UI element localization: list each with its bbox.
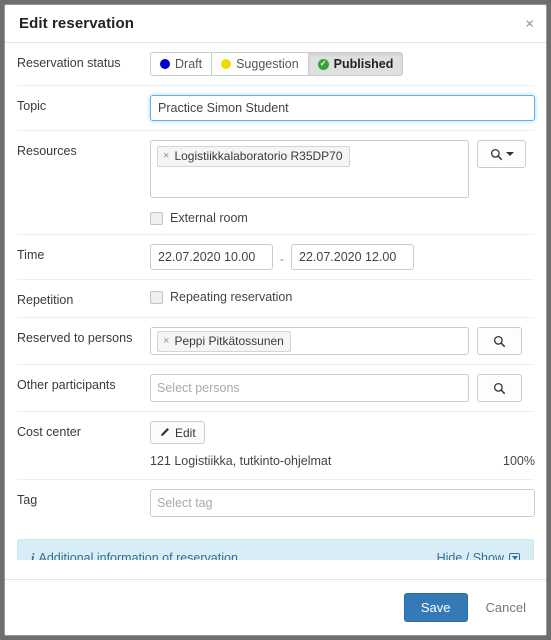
repeating-reservation-label[interactable]: Repeating reservation [170,290,292,304]
chevron-down-icon [505,152,514,156]
external-room-checkbox[interactable] [150,211,163,225]
hide-show-toggle[interactable]: Hide / Show [437,551,520,560]
cost-center-edit-button[interactable]: Edit [150,421,205,444]
tag-placeholder: Select tag [157,496,213,510]
cost-center-entry: 121 Logistiikka, tutkinto-ohjelmat 100% [150,454,535,470]
person-token-label: Peppi Pitkätossunen [174,333,284,348]
resource-token[interactable]: × Logistiikkalaboratorio R35DP70 [157,146,350,167]
external-room-label[interactable]: External room [170,211,248,225]
row-repetition: Repetition Repeating reservation [17,280,534,318]
label-time: Time [17,248,45,262]
additional-information-text-wrap: i Additional information of reservation [31,551,238,561]
pencil-icon [160,428,169,437]
row-time: Time - [17,235,534,280]
info-icon: i [31,550,35,561]
time-separator: - [280,252,284,266]
draft-dot-icon [160,59,170,69]
label-topic: Topic [17,99,47,113]
additional-information-label: Additional information of reservation [38,550,238,561]
other-participants-input[interactable]: Select persons [150,374,469,402]
hide-show-label: Hide / Show [436,551,504,560]
save-button[interactable]: Save [403,593,468,622]
status-option-published[interactable]: ✓ Published [307,52,404,76]
label-cost-center: Cost center [17,425,81,439]
resources-search-button[interactable] [477,140,526,168]
tag-input[interactable]: Select tag [150,489,535,517]
status-option-draft[interactable]: Draft [150,52,213,76]
dialog-header: Edit reservation × [5,5,546,43]
remove-token-icon[interactable]: × [163,148,169,164]
topic-input[interactable] [150,95,535,121]
row-tag: Tag Select tag [17,480,535,526]
status-option-draft-label: Draft [175,57,203,71]
row-resources: Resources × Logistiikkalaboratorio R35DP… [17,131,534,235]
label-reservation-status: Reservation status [17,56,121,70]
other-participants-placeholder: Select persons [157,381,240,395]
caret-down-box-icon [509,552,520,560]
row-other-participants: Other participants Select persons [17,365,534,412]
dialog-body: Reservation status Draft Suggestion ✓ Pu… [5,43,546,560]
label-resources: Resources [17,144,77,158]
label-reserved-to-persons: Reserved to persons [17,331,133,345]
suggestion-dot-icon [221,59,232,69]
dialog-footer: Save Cancel [5,579,546,635]
status-option-suggestion[interactable]: Suggestion [211,52,309,76]
cost-center-edit-label: Edit [175,425,196,440]
row-reserved-to-persons: Reserved to persons × Peppi Pitkätossune… [17,318,534,365]
cost-center-entry-name: 121 Logistiikka, tutkinto-ohjelmat [150,454,332,468]
row-topic: Topic [17,86,535,131]
cost-center-entry-percent: 100% [503,454,535,468]
close-icon[interactable]: × [525,16,534,31]
repeating-reservation-checkbox[interactable] [150,290,163,304]
time-start-input[interactable] [150,244,273,270]
additional-information-bar: i Additional information of reservation H… [17,539,534,560]
label-repetition: Repetition [17,293,74,307]
row-reservation-status: Reservation status Draft Suggestion ✓ Pu… [17,43,534,86]
search-icon [493,382,506,394]
edit-reservation-dialog: Edit reservation × Reservation status Dr… [4,4,547,636]
dialog-title: Edit reservation [19,15,134,32]
reserved-to-persons-token-input[interactable]: × Peppi Pitkätossunen [150,327,469,355]
resources-token-input[interactable]: × Logistiikkalaboratorio R35DP70 [150,140,469,198]
label-other-participants: Other participants [17,378,116,392]
check-circle-icon: ✓ [317,58,329,70]
reserved-to-persons-search-button[interactable] [477,327,522,355]
person-token[interactable]: × Peppi Pitkätossunen [157,330,291,352]
status-option-published-label: Published [333,57,394,71]
resource-token-label: Logistiikkalaboratorio R35DP70 [174,149,343,163]
search-icon [490,148,502,160]
row-cost-center: Cost center Edit 121 Logistiikka, tutkin… [17,412,535,480]
other-participants-search-button[interactable] [477,374,522,402]
time-end-input[interactable] [291,244,414,270]
label-tag: Tag [17,493,38,507]
status-option-suggestion-label: Suggestion [236,57,299,71]
search-icon [493,335,506,347]
cancel-button[interactable]: Cancel [482,594,530,621]
reservation-status-group: Draft Suggestion ✓ Published [150,52,404,76]
remove-token-icon[interactable]: × [163,333,169,349]
